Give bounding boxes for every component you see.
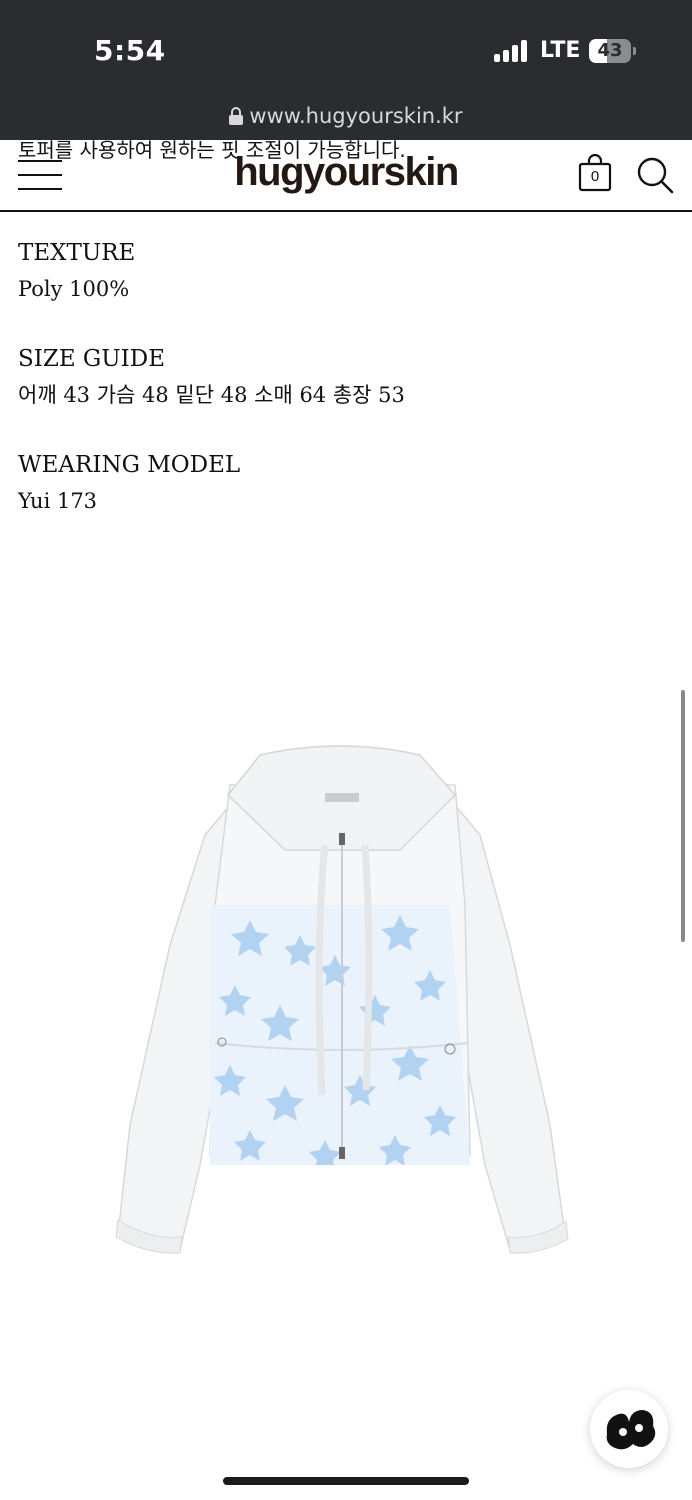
url-text: www.hugyourskin.kr: [249, 104, 463, 128]
battery-tip: [633, 47, 636, 55]
site-header: 토퍼를 사용하여 원하는 핏 조절이 가능합니다. hugyourskin 0: [0, 140, 692, 212]
chat-icon: [606, 1410, 656, 1450]
status-time: 5:54: [94, 34, 166, 67]
cart-button[interactable]: 0: [578, 154, 612, 192]
chat-button[interactable]: [590, 1390, 668, 1468]
lock-icon: [229, 107, 244, 125]
network-type: LTE: [540, 38, 581, 63]
texture-label: TEXTURE: [18, 240, 136, 266]
size-guide-label: SIZE GUIDE: [18, 346, 165, 372]
wearing-model-value: Yui 173: [18, 489, 98, 513]
page-scrollbar[interactable]: [681, 690, 685, 942]
wearing-model-label: WEARING MODEL: [18, 452, 241, 478]
texture-value: Poly 100%: [18, 277, 130, 301]
home-indicator[interactable]: [223, 1477, 469, 1485]
battery-icon: 43: [589, 39, 631, 63]
cart-count: 0: [590, 168, 600, 185]
size-guide-value: 어깨 43 가슴 48 밑단 48 소매 64 총장 53: [18, 383, 405, 407]
signal-icon: [494, 40, 527, 62]
battery-percent: 43: [597, 40, 623, 61]
address-bar[interactable]: www.hugyourskin.kr: [0, 104, 692, 128]
search-icon[interactable]: [636, 156, 674, 194]
product-image-jacket: [115, 745, 569, 1254]
status-bar: 5:54 LTE 43 www.hugyourskin.kr: [0, 0, 692, 140]
